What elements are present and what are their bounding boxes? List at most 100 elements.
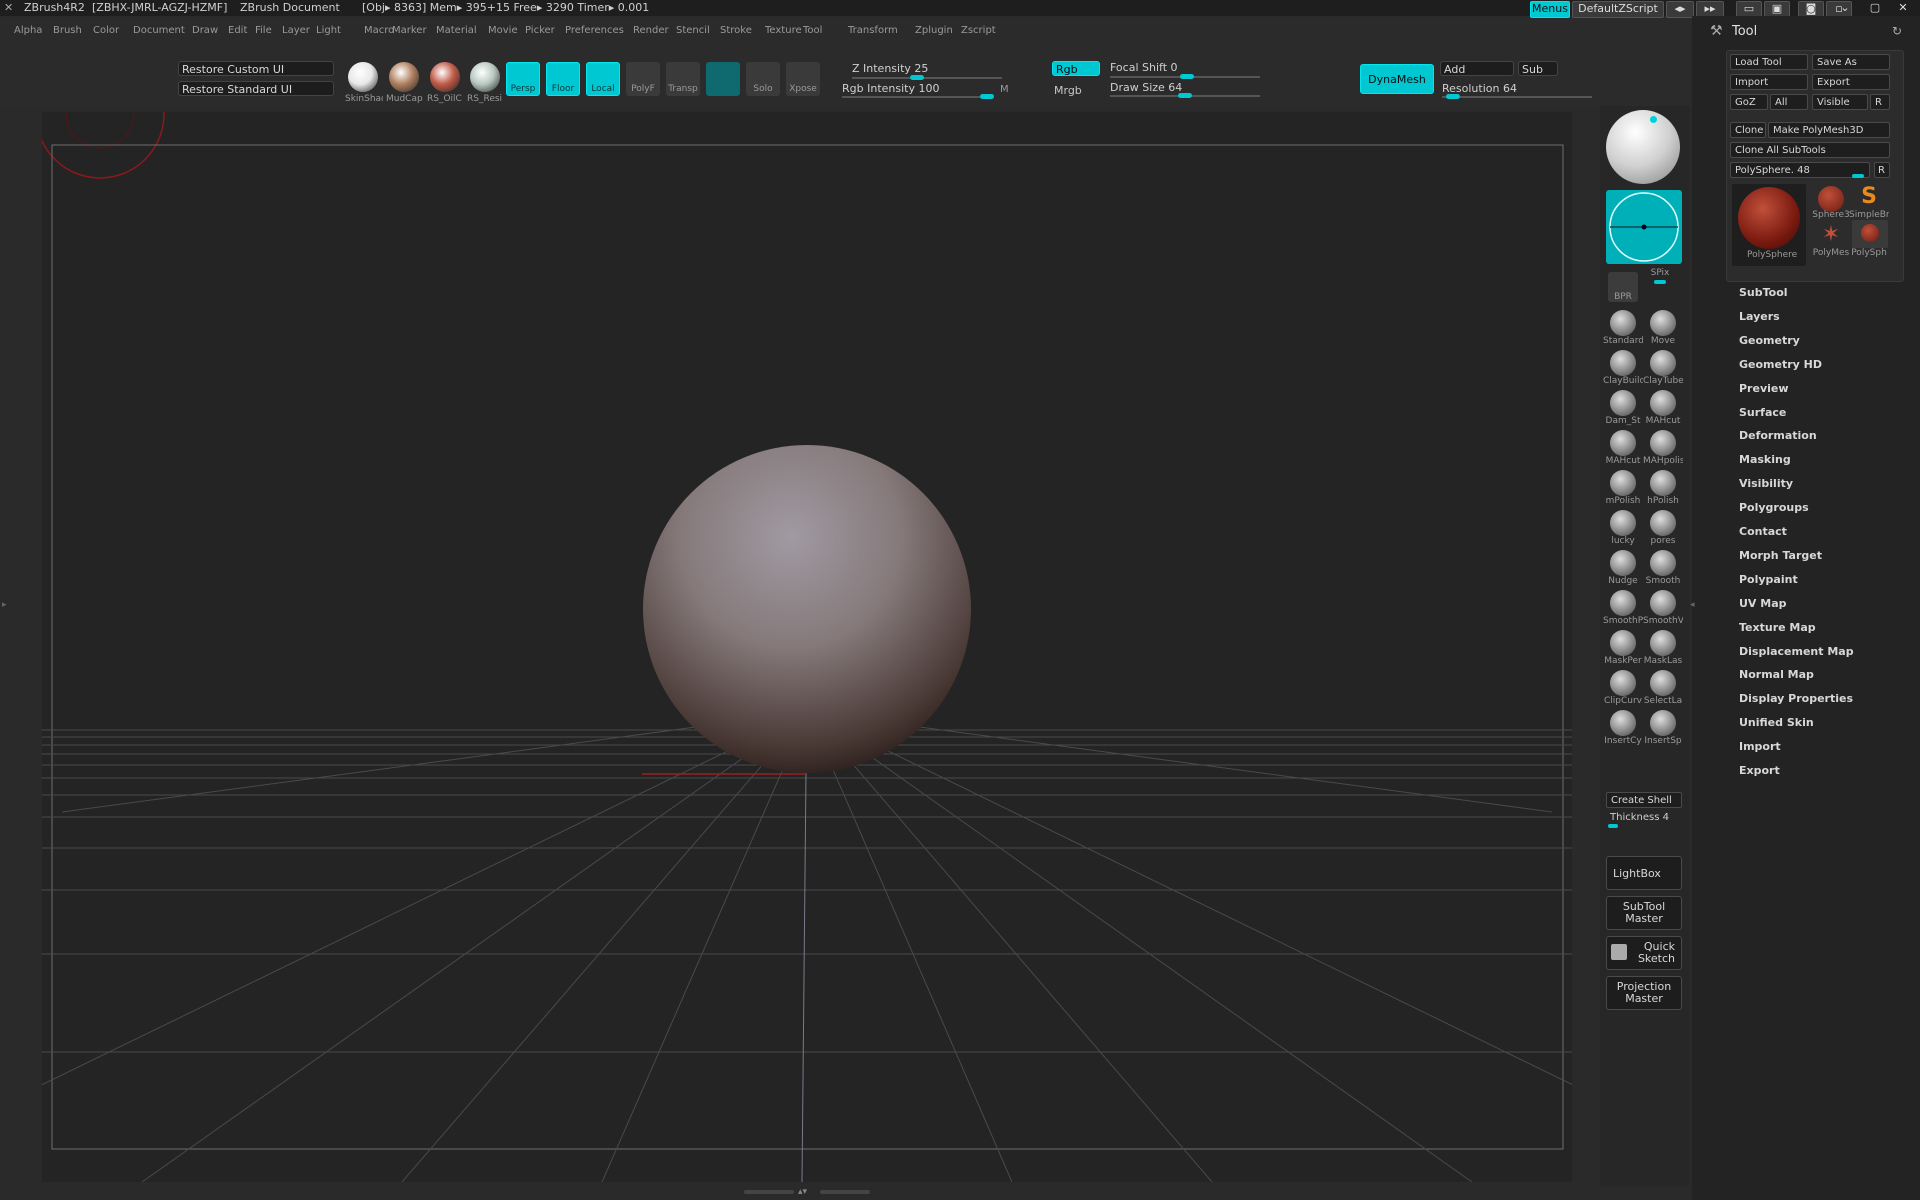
- tray-section-import[interactable]: Import: [1739, 740, 1781, 753]
- menu-material[interactable]: Material: [436, 25, 477, 36]
- brush-smoothv[interactable]: [1650, 590, 1676, 616]
- sub-button[interactable]: Sub: [1518, 61, 1558, 76]
- restore-icon[interactable]: ▢: [1864, 1, 1886, 16]
- material-rs-oilc[interactable]: [430, 62, 460, 92]
- tray-section-masking[interactable]: Masking: [1739, 453, 1791, 466]
- focal-shift-knob[interactable]: [1180, 74, 1194, 79]
- brush-selectla[interactable]: [1650, 670, 1676, 696]
- lightbox-button[interactable]: LightBox: [1606, 856, 1682, 890]
- tray-section-surface[interactable]: Surface: [1739, 406, 1786, 419]
- r-button[interactable]: R: [1870, 94, 1890, 110]
- thumb-simplebrush[interactable]: S: [1856, 184, 1882, 210]
- menu-marker[interactable]: Marker: [392, 25, 427, 36]
- polysphere-model[interactable]: [643, 445, 971, 773]
- menu-picker[interactable]: Picker: [525, 25, 555, 36]
- import-button[interactable]: Import: [1730, 74, 1808, 90]
- brush-maskper[interactable]: [1610, 630, 1636, 656]
- thumb-sphere3[interactable]: [1818, 186, 1844, 212]
- resolution-slider[interactable]: [1442, 96, 1592, 98]
- brush-smooth[interactable]: [1650, 550, 1676, 576]
- right-tray-handle-icon[interactable]: ◂: [1690, 600, 1696, 612]
- brush-lucky[interactable]: [1610, 510, 1636, 536]
- menus-button[interactable]: Menus: [1530, 1, 1570, 18]
- menu-tool[interactable]: Tool: [803, 25, 822, 36]
- thumb-polymesh-star[interactable]: ✶: [1818, 222, 1844, 248]
- z-intensity-knob[interactable]: [910, 75, 924, 80]
- bottom-tray-arrows-icon[interactable]: ▴▾: [798, 1187, 816, 1197]
- restore-standard-ui-button[interactable]: Restore Standard UI: [178, 81, 334, 96]
- tray-section-visibility[interactable]: Visibility: [1739, 477, 1793, 490]
- dynamesh-button[interactable]: DynaMesh: [1360, 64, 1434, 94]
- all-button[interactable]: All: [1770, 94, 1808, 110]
- brush-mahpolis[interactable]: [1650, 430, 1676, 456]
- export-button[interactable]: Export: [1812, 74, 1890, 90]
- clone-button[interactable]: Clone: [1730, 122, 1766, 138]
- menu-render[interactable]: Render: [633, 25, 669, 36]
- tray-section-preview[interactable]: Preview: [1739, 382, 1789, 395]
- tray-section-contact[interactable]: Contact: [1739, 525, 1787, 538]
- r-small-button[interactable]: R: [1874, 162, 1890, 178]
- z-intensity-slider[interactable]: [852, 77, 1002, 79]
- menu-movie[interactable]: Movie: [488, 25, 518, 36]
- load-tool-button[interactable]: Load Tool: [1730, 54, 1808, 70]
- shelf-tool-toggle[interactable]: [706, 62, 740, 96]
- tray-section-texture-map[interactable]: Texture Map: [1739, 621, 1816, 634]
- restore-custom-ui-button[interactable]: Restore Custom UI: [178, 61, 334, 76]
- menu-preferences[interactable]: Preferences: [565, 25, 624, 36]
- brush-smoothp[interactable]: [1610, 590, 1636, 616]
- menu-file[interactable]: File: [255, 25, 272, 36]
- spix-slider[interactable]: [1654, 280, 1666, 284]
- light-position-dot[interactable]: [1650, 116, 1657, 123]
- tray-section-layers[interactable]: Layers: [1739, 310, 1780, 323]
- brush-hpolish[interactable]: [1650, 470, 1676, 496]
- brush-mpolish[interactable]: [1610, 470, 1636, 496]
- subtool-master-button[interactable]: SubTool Master: [1606, 896, 1682, 930]
- menu-color[interactable]: Color: [93, 25, 119, 36]
- menu-transform[interactable]: Transform: [848, 25, 898, 36]
- tray-section-geometry-hd[interactable]: Geometry HD: [1739, 358, 1822, 371]
- brush-standard[interactable]: [1610, 310, 1636, 336]
- material-mudcap[interactable]: [389, 62, 419, 92]
- scene-canvas[interactable]: [42, 112, 1572, 1182]
- thickness-slider[interactable]: [1608, 824, 1618, 828]
- material-rs-resi[interactable]: [470, 62, 500, 92]
- save-as-button[interactable]: Save As: [1812, 54, 1890, 70]
- menu-alpha[interactable]: Alpha: [14, 25, 42, 36]
- gyro-navigator[interactable]: [1606, 190, 1682, 264]
- brush-claytube[interactable]: [1650, 350, 1676, 376]
- bottom-scroll-right[interactable]: [820, 1190, 870, 1194]
- menu-stroke[interactable]: Stroke: [720, 25, 752, 36]
- arrow-left-icon[interactable]: ◂▸: [1666, 1, 1694, 18]
- menu-draw[interactable]: Draw: [192, 25, 218, 36]
- tray-section-uv-map[interactable]: UV Map: [1739, 597, 1787, 610]
- menu-document[interactable]: Document: [133, 25, 185, 36]
- draw-size-knob[interactable]: [1178, 93, 1192, 98]
- brush-masklas[interactable]: [1650, 630, 1676, 656]
- menu-texture[interactable]: Texture: [765, 25, 802, 36]
- m-toggle[interactable]: M: [1000, 84, 1009, 95]
- refresh-icon[interactable]: ↻: [1892, 24, 1902, 38]
- current-tool-slider[interactable]: PolySphere. 48: [1730, 162, 1870, 178]
- default-zscript-button[interactable]: DefaultZScript: [1572, 1, 1664, 18]
- projection-master-button[interactable]: Projection Master: [1606, 976, 1682, 1010]
- goz-button[interactable]: GoZ: [1730, 94, 1768, 110]
- brush-dam-st[interactable]: [1610, 390, 1636, 416]
- brush-nudge[interactable]: [1610, 550, 1636, 576]
- make-polymesh3d-button[interactable]: Make PolyMesh3D: [1768, 122, 1890, 138]
- clone-all-subtools-button[interactable]: Clone All SubTools: [1730, 142, 1890, 158]
- rgb-intensity-knob[interactable]: [980, 94, 994, 99]
- tray-section-geometry[interactable]: Geometry: [1739, 334, 1800, 347]
- tray-section-normal-map[interactable]: Normal Map: [1739, 668, 1814, 681]
- menu-edit[interactable]: Edit: [228, 25, 247, 36]
- menu-zplugin[interactable]: Zplugin: [915, 25, 953, 36]
- brush-clipcurv[interactable]: [1610, 670, 1636, 696]
- tray-section-export[interactable]: Export: [1739, 764, 1780, 777]
- current-tool-knob[interactable]: [1852, 174, 1864, 178]
- rgb-toggle[interactable]: Rgb: [1052, 61, 1100, 76]
- tray-section-unified-skin[interactable]: Unified Skin: [1739, 716, 1814, 729]
- tray-section-morph-target[interactable]: Morph Target: [1739, 549, 1822, 562]
- minimize-icon[interactable]: ⌄: [1834, 1, 1856, 16]
- tray-section-displacement-map[interactable]: Displacement Map: [1739, 645, 1854, 658]
- rgb-intensity-slider[interactable]: [842, 96, 992, 98]
- brush-claybuild[interactable]: [1610, 350, 1636, 376]
